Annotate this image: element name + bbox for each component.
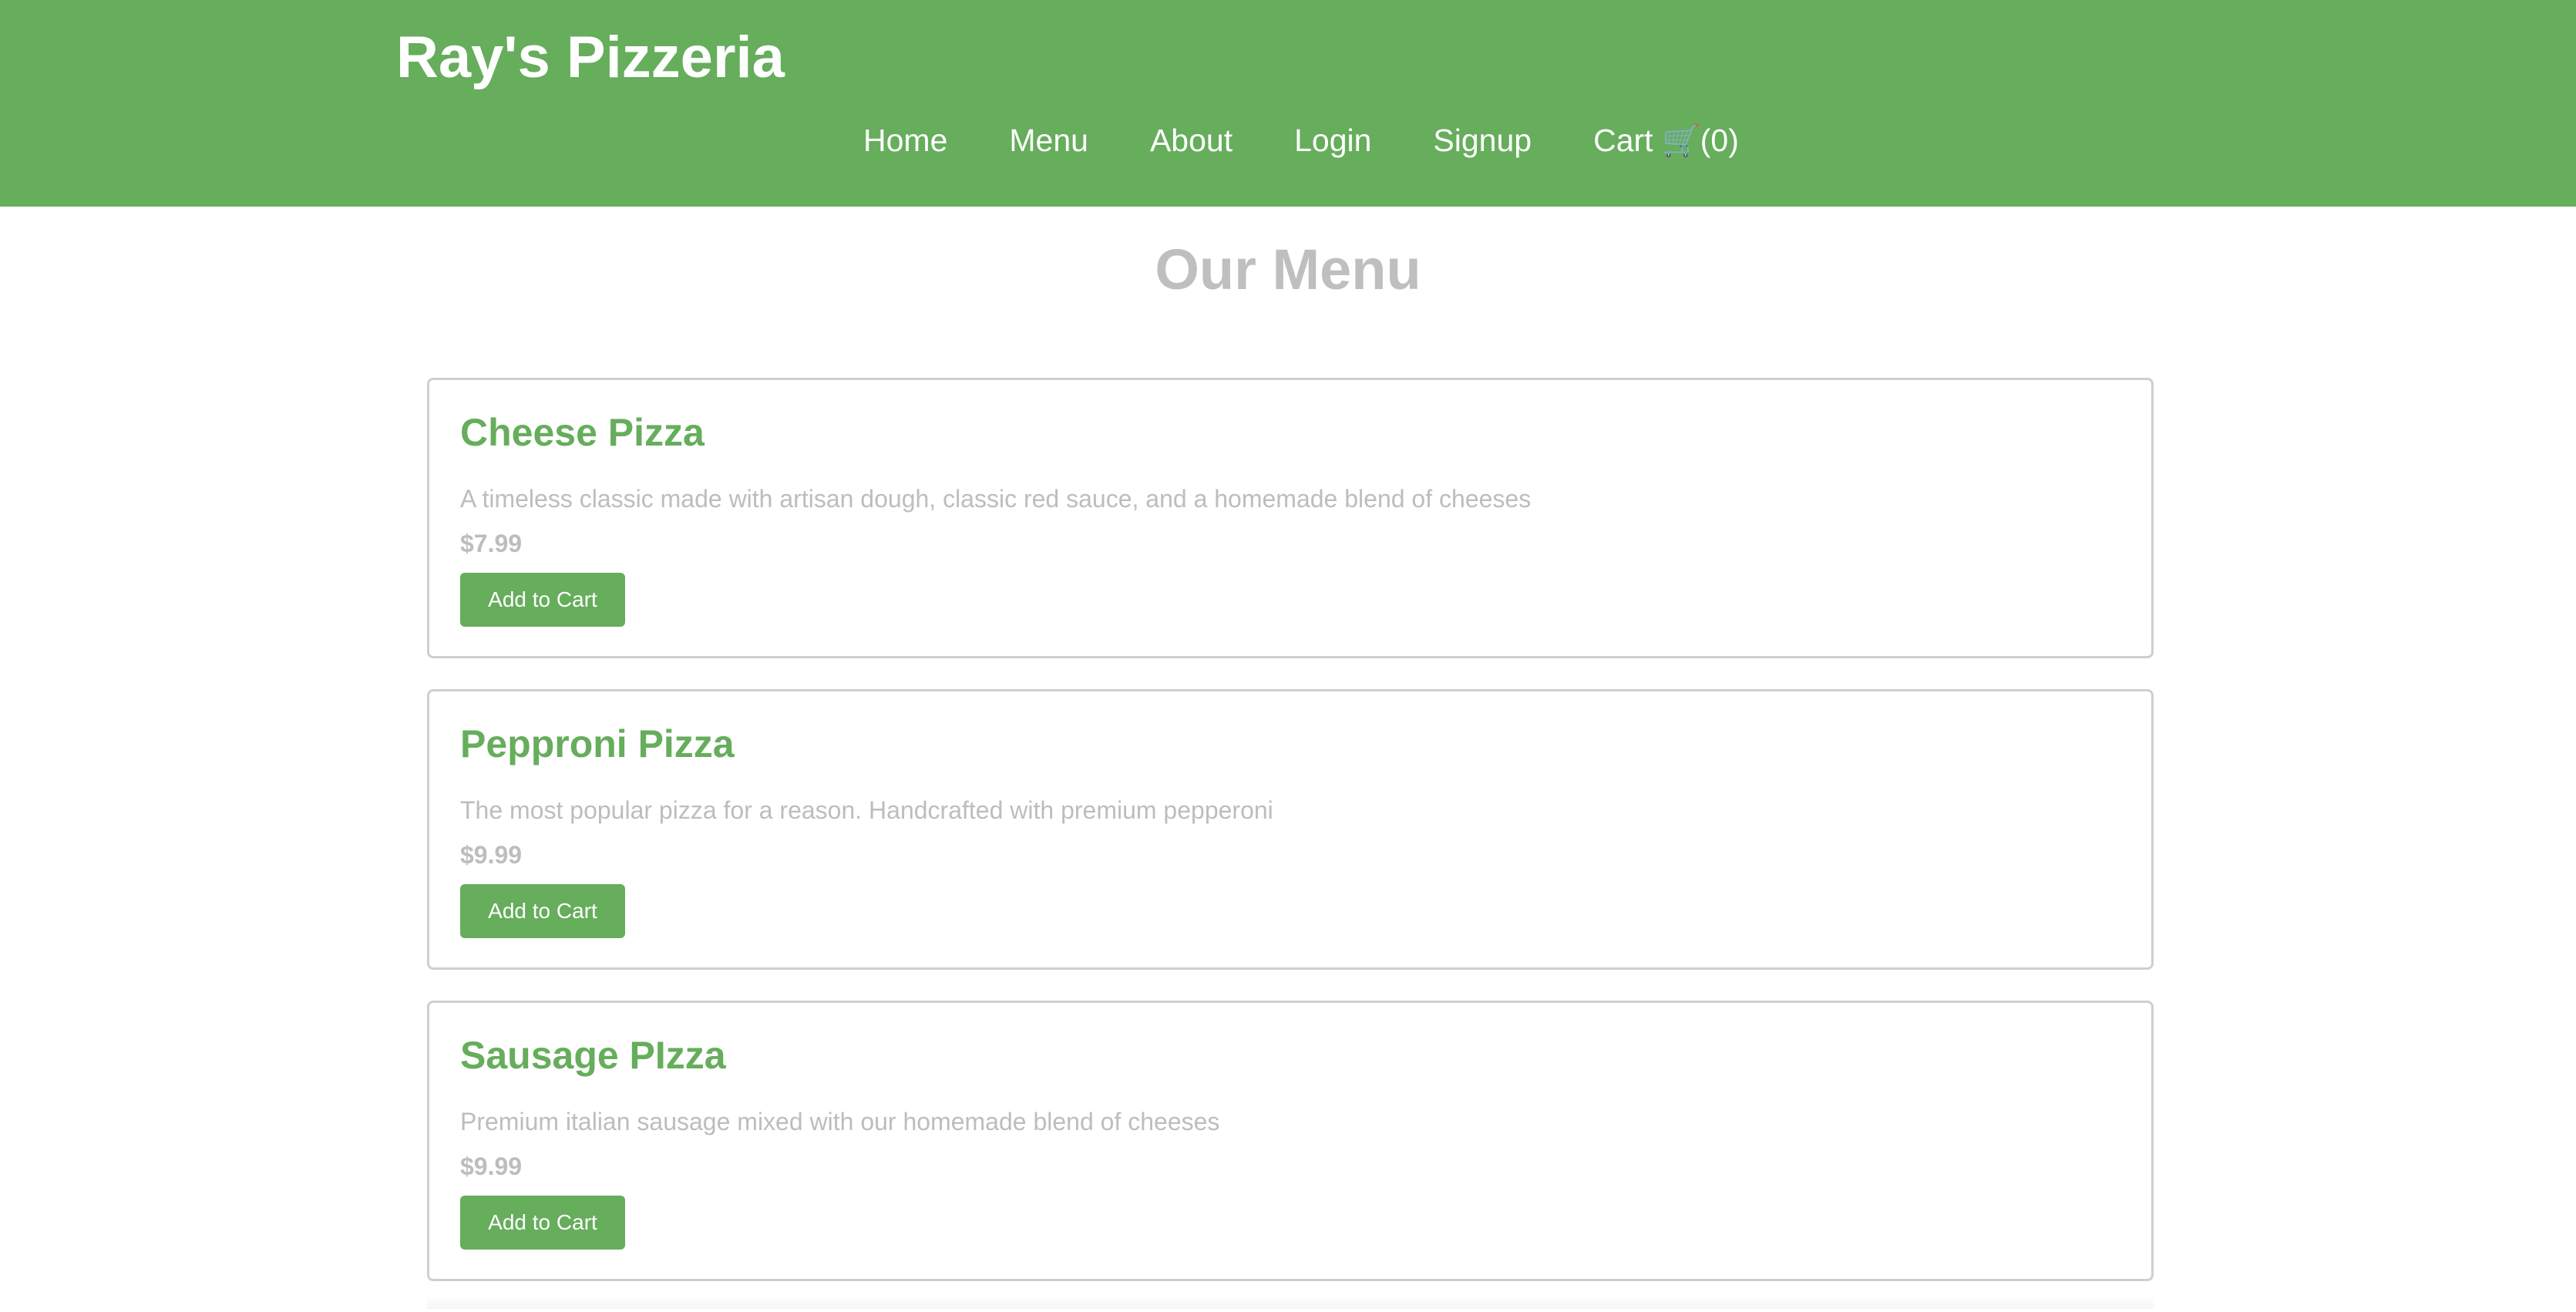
- add-to-cart-button[interactable]: Add to Cart: [460, 573, 625, 627]
- menu-item-card: Pepproni Pizza The most popular pizza fo…: [427, 689, 2154, 970]
- item-price: $9.99: [460, 841, 523, 869]
- nav-signup-link[interactable]: Signup: [1433, 116, 1532, 166]
- item-name: Pepproni Pizza: [460, 722, 735, 765]
- nav-cart-link[interactable]: Cart 🛒(0): [1593, 116, 1739, 166]
- item-price: $9.99: [460, 1152, 523, 1180]
- add-to-cart-button[interactable]: Add to Cart: [460, 1196, 625, 1250]
- add-to-cart-button[interactable]: Add to Cart: [460, 884, 625, 938]
- main-nav: Home Menu About Login Signup Cart 🛒(0): [863, 116, 1739, 166]
- cart-icon: 🛒: [1661, 124, 1700, 158]
- cart-label: Cart: [1593, 123, 1662, 158]
- nav-home-link[interactable]: Home: [863, 116, 947, 166]
- item-description: A timeless classic made with artisan dou…: [460, 485, 1532, 513]
- nav-about-link[interactable]: About: [1150, 116, 1233, 166]
- menu-list: Cheese Pizza A timeless classic made wit…: [427, 378, 2154, 1312]
- page-title: Our Menu: [1155, 237, 1421, 301]
- nav-menu-link[interactable]: Menu: [1009, 116, 1088, 166]
- bottom-shadow: [427, 1295, 2154, 1309]
- cart-count: (0): [1700, 123, 1739, 158]
- item-name: Cheese Pizza: [460, 411, 705, 454]
- nav-login-link[interactable]: Login: [1294, 116, 1371, 166]
- menu-item-card: Sausage PIzza Premium italian sausage mi…: [427, 1001, 2154, 1281]
- menu-item-card: Cheese Pizza A timeless classic made wit…: [427, 378, 2154, 658]
- item-price: $7.99: [460, 530, 523, 557]
- brand-title[interactable]: Ray's Pizzeria: [396, 25, 785, 91]
- site-header: Ray's Pizzeria Home Menu About Login Sig…: [0, 0, 2576, 207]
- item-description: Premium italian sausage mixed with our h…: [460, 1108, 1220, 1135]
- item-name: Sausage PIzza: [460, 1034, 726, 1077]
- item-description: The most popular pizza for a reason. Han…: [460, 796, 1273, 824]
